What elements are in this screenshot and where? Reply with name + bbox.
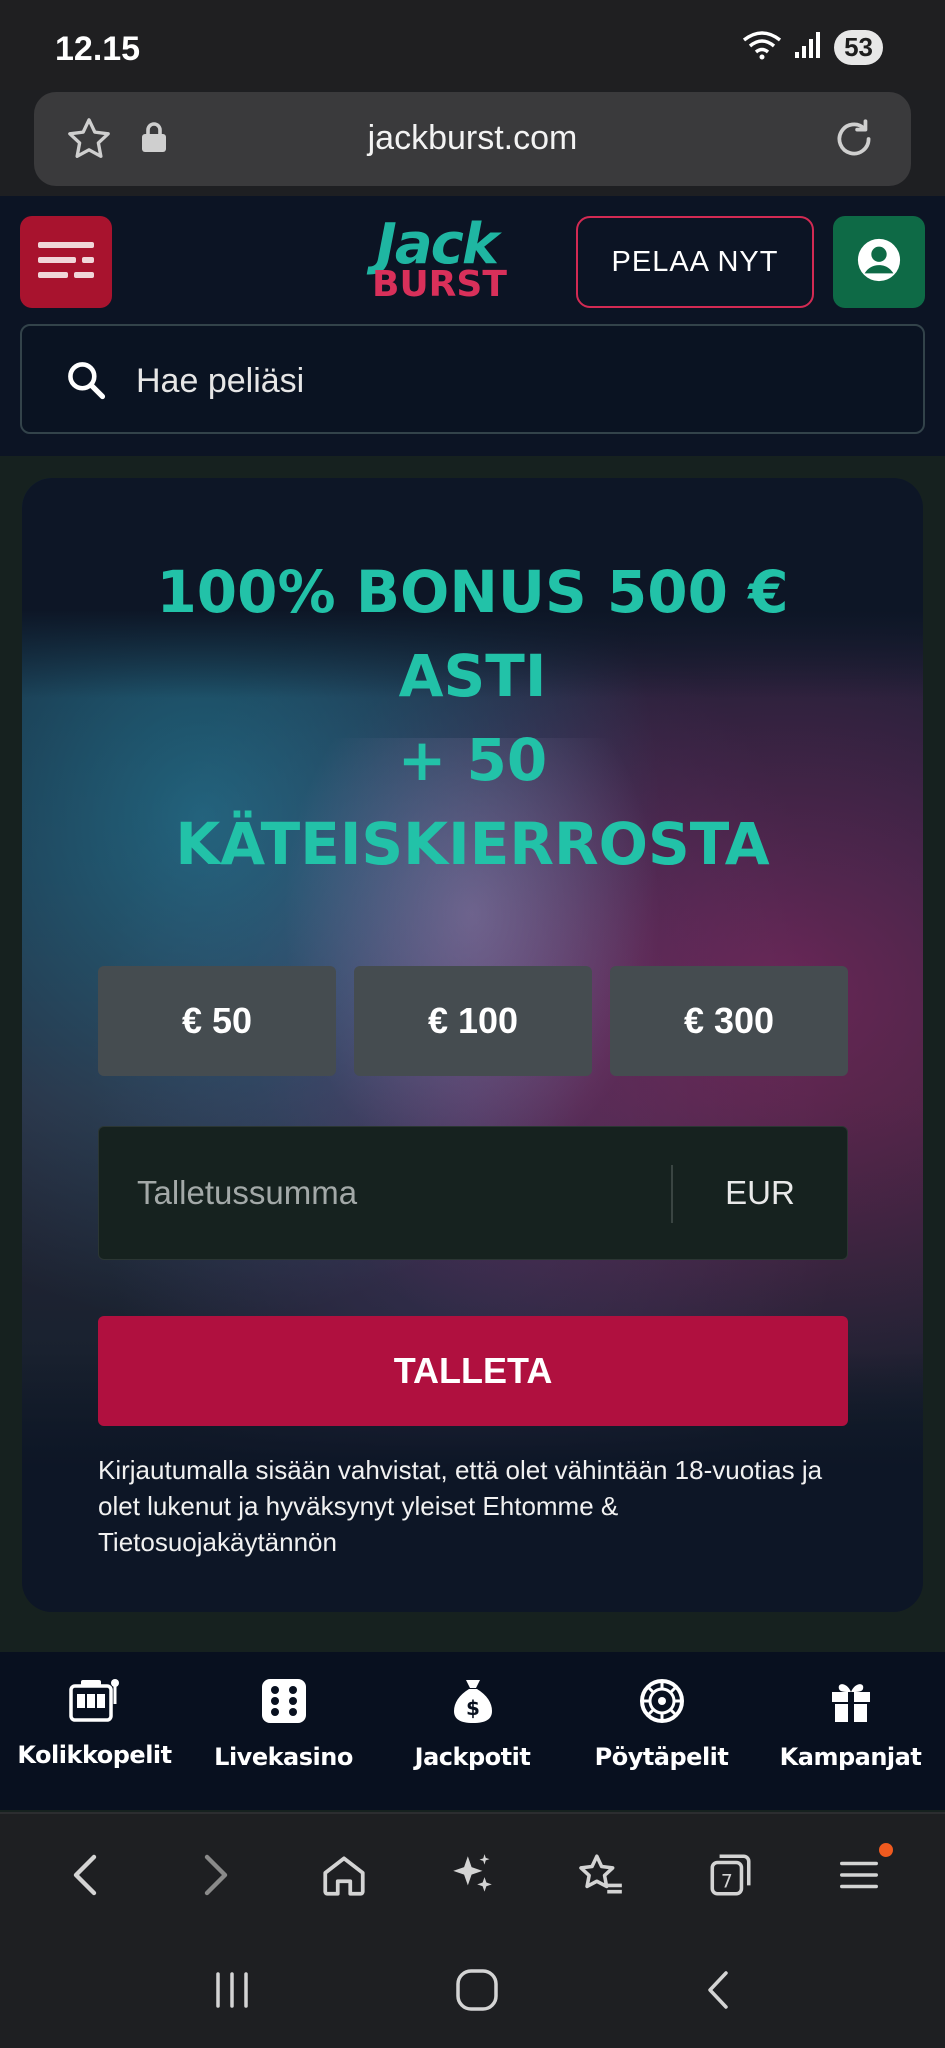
signal-icon — [794, 30, 822, 65]
nav-item-kampanjat[interactable]: Kampanjat — [756, 1652, 945, 1810]
search-placeholder: Hae peliäsi — [136, 362, 305, 400]
nav-item-jackpotit[interactable]: $ Jackpotit — [378, 1652, 567, 1810]
currency-label: EUR — [725, 1174, 795, 1211]
legal-text: Kirjautumalla sisään vahvistat, että ole… — [98, 1455, 823, 1557]
battery-indicator: 53 — [834, 30, 883, 65]
status-time: 12.15 — [55, 30, 141, 68]
deposit-button[interactable]: TALLETA — [98, 1316, 848, 1426]
headline-line: KÄTEISKIERROSTA — [175, 810, 770, 878]
forward-icon[interactable] — [175, 1835, 255, 1915]
nav-label: Pöytäpelit — [594, 1743, 729, 1771]
headline-line: + 50 — [397, 726, 548, 794]
site-logo[interactable]: Jack BURST — [372, 212, 572, 306]
deposit-amount-field[interactable]: Talletussumma EUR — [98, 1126, 848, 1260]
nav-item-livekasino[interactable]: Livekasino — [189, 1652, 378, 1810]
back-icon[interactable] — [46, 1835, 126, 1915]
deposit-placeholder: Talletussumma — [137, 1174, 358, 1211]
menu-button[interactable] — [20, 216, 112, 308]
nav-label: Kampanjat — [779, 1743, 922, 1771]
reload-icon[interactable] — [829, 114, 879, 169]
tabs-button[interactable]: 7 — [690, 1835, 770, 1915]
gift-icon — [829, 1678, 873, 1729]
bonus-promo-card: 100% BONUS 500 € ASTI + 50 KÄTEISKIERROS… — [22, 478, 923, 1612]
nav-label: Jackpotit — [414, 1743, 531, 1771]
svg-text:$: $ — [466, 1696, 480, 1720]
recents-icon[interactable] — [210, 1970, 254, 2015]
android-back-icon[interactable] — [700, 1967, 736, 2018]
address-bar[interactable]: jackburst.com — [34, 92, 911, 186]
amount-300-button[interactable]: € 300 — [610, 966, 848, 1076]
site-header: Jack BURST PELAA NYT Hae peliäsi — [0, 196, 945, 456]
user-icon — [856, 237, 902, 288]
notification-dot — [878, 1843, 893, 1857]
amount-100-button[interactable]: € 100 — [354, 966, 592, 1076]
logo-burst: BURST — [372, 264, 507, 305]
nav-label: Livekasino — [214, 1743, 353, 1771]
money-bag-icon: $ — [451, 1678, 495, 1729]
browser-toolbar: 7 — [0, 1812, 945, 1936]
android-navigation-bar — [0, 1936, 945, 2048]
bonus-headline: 100% BONUS 500 € ASTI + 50 KÄTEISKIERROS… — [22, 550, 923, 886]
nav-item-kolikkopelit[interactable]: Kolikkopelit — [0, 1652, 189, 1810]
play-now-button[interactable]: PELAA NYT — [576, 216, 814, 308]
browser-menu-icon[interactable] — [819, 1835, 899, 1915]
wifi-icon — [742, 30, 782, 65]
tabs-count: 7 — [721, 1872, 733, 1893]
home-icon[interactable] — [304, 1835, 384, 1915]
amount-50-button[interactable]: € 50 — [98, 966, 336, 1076]
status-icons: 53 — [742, 30, 883, 65]
headline-line: ASTI — [398, 642, 547, 710]
nav-item-poytapelit[interactable]: Pöytäpelit — [567, 1652, 756, 1810]
url-text[interactable]: jackburst.com — [34, 119, 911, 158]
android-home-icon[interactable] — [454, 1967, 500, 2018]
hamburger-icon — [38, 240, 94, 285]
game-search-input[interactable]: Hae peliäsi — [20, 324, 925, 434]
website-viewport: Jack BURST PELAA NYT Hae peliäsi 100% BO… — [0, 196, 945, 1812]
site-bottom-nav: Kolikkopelit Livekasino $ Jackpotit Pöyt… — [0, 1652, 945, 1810]
dice-icon — [261, 1678, 307, 1729]
quick-amounts: € 50 € 100 € 300 — [98, 966, 848, 1076]
account-button[interactable] — [833, 216, 925, 308]
bookmarks-icon[interactable] — [561, 1835, 641, 1915]
search-icon — [64, 358, 108, 407]
nav-label: Kolikkopelit — [17, 1741, 172, 1769]
slot-machine-icon — [68, 1678, 121, 1727]
roulette-icon — [639, 1678, 685, 1729]
headline-line: 100% BONUS 500 € — [156, 558, 789, 626]
status-bar: 12.15 53 — [0, 0, 945, 90]
sparkle-icon[interactable] — [432, 1835, 512, 1915]
